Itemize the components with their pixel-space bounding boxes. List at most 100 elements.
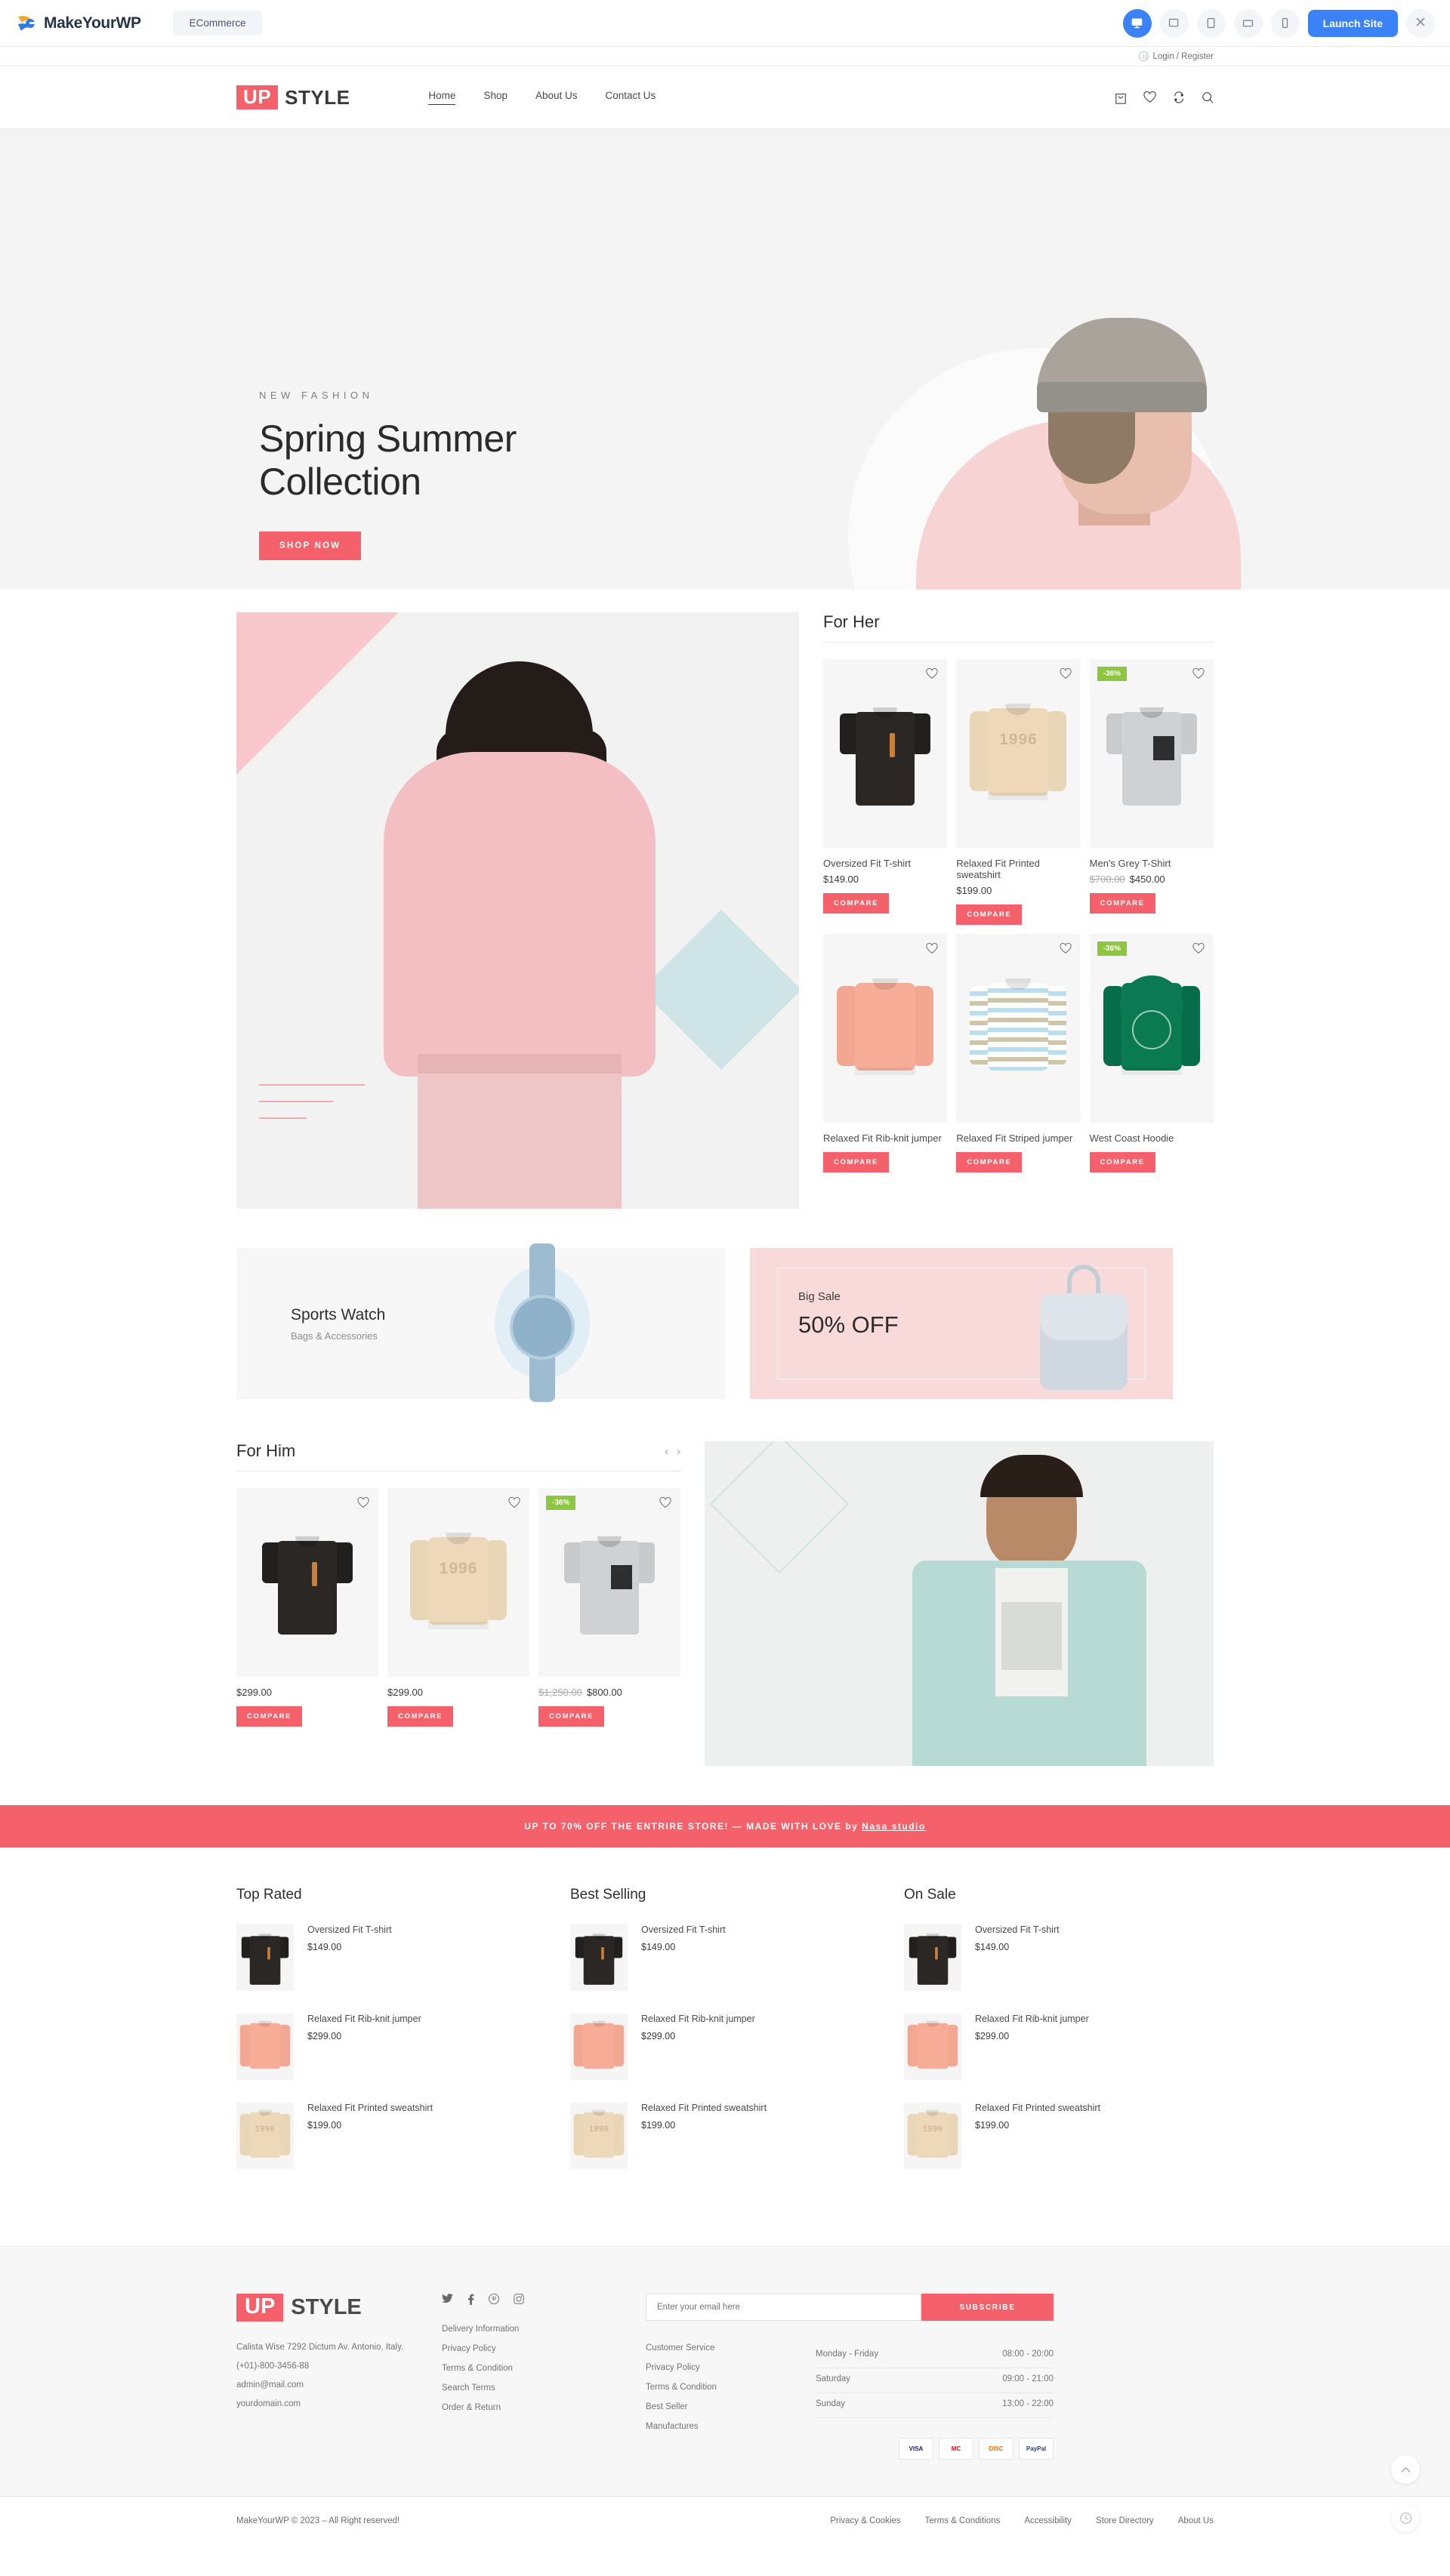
nav-item-contact-us[interactable]: Contact Us — [606, 90, 656, 105]
newsletter-email-input[interactable] — [646, 2294, 921, 2321]
footer-domain[interactable]: yourdomain.com — [236, 2399, 442, 2408]
bottom-link-terms-conditions[interactable]: Terms & Conditions — [925, 2516, 1001, 2525]
product-card[interactable]: -36% West Coast Hoodie COMPARE — [1089, 934, 1214, 1172]
list-item[interactable]: Oversized Fit T-shirt $149.00 — [236, 1924, 546, 1991]
compare-button[interactable]: COMPARE — [538, 1706, 605, 1727]
nav-item-about-us[interactable]: About Us — [535, 90, 578, 105]
footer-link-privacy-policy-2[interactable]: Privacy Policy — [646, 2363, 816, 2372]
wishlist-heart-icon[interactable] — [926, 667, 938, 683]
bottom-link-about-us[interactable]: About Us — [1178, 2516, 1214, 2525]
wishlist-heart-icon[interactable] — [1060, 667, 1072, 683]
nav-item-shop[interactable]: Shop — [483, 90, 508, 105]
product-card[interactable]: $299.00 COMPARE — [236, 1488, 378, 1727]
wishlist-heart-icon[interactable] — [357, 1496, 369, 1512]
compare-button[interactable]: COMPARE — [236, 1706, 303, 1727]
footer-link-delivery-information[interactable]: Delivery Information — [442, 2325, 646, 2334]
footer-link-search-terms[interactable]: Search Terms — [442, 2383, 646, 2393]
launch-site-button[interactable]: Launch Site — [1307, 9, 1398, 37]
mobile-view-button[interactable] — [1270, 8, 1300, 38]
product-card[interactable]: -36% $1,250.00 $800.00 COMPARE — [538, 1488, 681, 1727]
carousel-prev-icon[interactable]: ‹ — [665, 1445, 668, 1458]
product-name: Relaxed Fit Striped jumper — [956, 1132, 1073, 1144]
product-old-price: $1,250.00 — [538, 1687, 582, 1698]
compare-button[interactable]: COMPARE — [1089, 893, 1155, 914]
product-card[interactable]: 1996 $299.00 COMPARE — [387, 1488, 530, 1727]
footer-link-order-return[interactable]: Order & Return — [442, 2403, 646, 2412]
promotion-link[interactable]: Nasa studio — [862, 1821, 926, 1832]
wishlist-heart-icon[interactable] — [926, 942, 938, 958]
hours-time: 13:00 - 22:00 — [1002, 2399, 1054, 2408]
tablet-portrait-view-button[interactable] — [1196, 8, 1226, 38]
list-item-price: $299.00 — [307, 2031, 342, 2041]
compare-button[interactable]: COMPARE — [823, 1152, 890, 1172]
product-price: $299.00 — [387, 1687, 423, 1698]
compare-icon[interactable] — [1173, 91, 1185, 103]
carousel-next-icon[interactable]: › — [677, 1445, 680, 1458]
wishlist-heart-icon[interactable] — [659, 1496, 671, 1512]
bottom-link-store-directory[interactable]: Store Directory — [1096, 2516, 1154, 2525]
compare-button[interactable]: COMPARE — [823, 893, 890, 914]
template-chip[interactable]: ECommerce — [172, 11, 263, 35]
compare-button[interactable]: COMPARE — [387, 1706, 454, 1727]
shop-now-button[interactable]: SHOP NOW — [259, 532, 362, 560]
list-item[interactable]: Relaxed Fit Rib-knit jumper $299.00 — [236, 2014, 546, 2080]
compare-button[interactable]: COMPARE — [956, 904, 1023, 925]
nav-item-home[interactable]: Home — [428, 90, 456, 105]
product-card[interactable]: Oversized Fit T-shirt $149.00 COMPARE — [823, 659, 948, 925]
scroll-to-top-icon[interactable] — [1391, 2455, 1420, 2484]
laptop-view-button[interactable] — [1159, 8, 1189, 38]
wishlist-heart-icon[interactable] — [508, 1496, 520, 1512]
footer-link-terms-condition-2[interactable]: Terms & Condition — [646, 2383, 816, 2392]
product-image: 1996 — [387, 1488, 530, 1677]
list-item[interactable]: 1996 Relaxed Fit Printed sweatshirt $199.… — [904, 2103, 1214, 2169]
tablet-landscape-view-button[interactable] — [1233, 8, 1263, 38]
footer-link-manufactures[interactable]: Manufactures — [646, 2422, 816, 2431]
promo-big-sale[interactable]: Big Sale 50% OFF — [750, 1248, 1173, 1399]
wishlist-heart-icon[interactable] — [1060, 942, 1072, 958]
twitter-icon[interactable] — [442, 2294, 453, 2305]
product-image — [236, 1488, 378, 1677]
list-item[interactable]: Oversized Fit T-shirt $149.00 — [904, 1924, 1214, 1991]
bottom-link-accessibility[interactable]: Accessibility — [1024, 2516, 1072, 2525]
wishlist-heart-icon[interactable] — [1192, 667, 1205, 683]
hero-title: Spring Summer Collection — [259, 418, 517, 503]
footer-link-privacy-policy[interactable]: Privacy Policy — [442, 2344, 646, 2353]
footer-logo[interactable]: UP STYLE — [236, 2294, 442, 2322]
list-on-sale: On Sale Oversized Fit T-shirt $149.00 Rel… — [904, 1887, 1214, 2192]
footer-link-customer-service[interactable]: Customer Service — [646, 2343, 816, 2353]
footer-email[interactable]: admin@mail.com — [236, 2380, 442, 2390]
search-icon[interactable] — [1202, 91, 1214, 103]
wishlist-heart-icon[interactable] — [1192, 942, 1205, 958]
product-card[interactable]: Relaxed Fit Striped jumper COMPARE — [956, 934, 1081, 1172]
list-item-thumbnail — [904, 2014, 961, 2080]
list-item-thumbnail: 1996 — [570, 2103, 628, 2169]
product-card[interactable]: -36% Men's Grey T-Shirt $700.00 $450.00 C… — [1089, 659, 1214, 925]
compare-button[interactable]: COMPARE — [1089, 1152, 1155, 1172]
compare-button[interactable]: COMPARE — [956, 1152, 1023, 1172]
list-item[interactable]: Oversized Fit T-shirt $149.00 — [570, 1924, 880, 1991]
heart-icon[interactable] — [1143, 91, 1156, 103]
footer-link-best-seller[interactable]: Best Seller — [646, 2402, 816, 2411]
pinterest-icon[interactable] — [489, 2294, 499, 2305]
product-card[interactable]: Relaxed Fit Rib-knit jumper COMPARE — [823, 934, 948, 1172]
login-register-link[interactable]: Login / Register — [1139, 51, 1214, 61]
product-card[interactable]: 1996 Relaxed Fit Printed sweatshirt $199… — [956, 659, 1081, 925]
list-item[interactable]: 1996 Relaxed Fit Printed sweatshirt $199.… — [570, 2103, 880, 2169]
makeyourwp-logo[interactable]: MakeYourWP — [15, 12, 141, 35]
list-item-price: $299.00 — [975, 2031, 1010, 2041]
bottom-link-privacy-cookies[interactable]: Privacy & Cookies — [830, 2516, 900, 2525]
list-item[interactable]: Relaxed Fit Rib-knit jumper $299.00 — [904, 2014, 1214, 2080]
site-logo[interactable]: UP STYLE — [236, 85, 350, 109]
footer-link-terms-condition[interactable]: Terms & Condition — [442, 2364, 646, 2373]
list-item-price: $149.00 — [307, 1942, 342, 1952]
promo-sports-watch[interactable]: Sports Watch Bags & Accessories — [236, 1243, 726, 1402]
cart-icon[interactable] — [1115, 91, 1127, 104]
close-icon[interactable]: ✕ — [1406, 8, 1435, 38]
help-clock-icon[interactable] — [1391, 2504, 1420, 2532]
facebook-icon[interactable] — [467, 2294, 474, 2305]
subscribe-button[interactable]: SUBSCRIBE — [921, 2294, 1054, 2321]
instagram-icon[interactable] — [514, 2294, 524, 2305]
list-item[interactable]: Relaxed Fit Rib-knit jumper $299.00 — [570, 2014, 880, 2080]
list-item[interactable]: 1996 Relaxed Fit Printed sweatshirt $199.… — [236, 2103, 546, 2169]
desktop-view-button[interactable] — [1122, 8, 1152, 38]
